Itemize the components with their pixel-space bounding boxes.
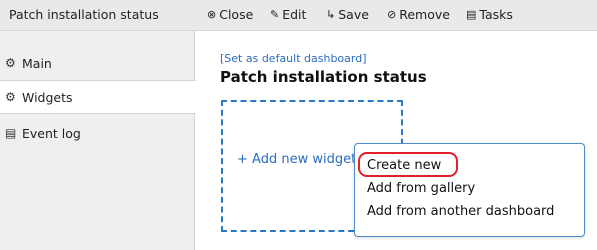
gears-icon: ⚙	[5, 56, 16, 70]
save-label: Save	[338, 7, 369, 22]
remove-button[interactable]: ⊘ Remove	[387, 7, 450, 22]
set-default-dashboard-link[interactable]: [Set as default dashboard]	[220, 52, 367, 65]
sidebar-item-label: Main	[22, 55, 52, 71]
tasks-button[interactable]: ▤ Tasks	[466, 7, 513, 22]
sidebar-item-widgets[interactable]: ⚙ Widgets	[0, 80, 196, 114]
window-title: Patch installation status	[9, 7, 159, 22]
remove-icon: ⊘	[387, 8, 397, 21]
tasks-label: Tasks	[479, 7, 513, 22]
pencil-icon: ✎	[270, 8, 280, 21]
sidebar-item-label: Widgets	[22, 89, 73, 105]
menu-item-add-from-gallery[interactable]: Add from gallery	[367, 181, 475, 196]
tasks-icon: ▤	[466, 8, 477, 21]
log-icon: ▤	[5, 126, 17, 140]
sidebar-item-event-log[interactable]: ▤ Event log	[0, 116, 195, 150]
sidebar-item-label: Event log	[22, 125, 81, 141]
add-new-widget-link[interactable]: + Add new widget	[237, 152, 356, 167]
gears-icon: ⚙	[5, 90, 16, 104]
close-label: Close	[219, 7, 254, 22]
close-icon: ⊗	[207, 8, 217, 21]
remove-label: Remove	[399, 7, 450, 22]
top-toolbar: Patch installation status ⊗ Close ✎ Edit…	[0, 0, 597, 31]
page-title: Patch installation status	[220, 68, 427, 86]
edit-label: Edit	[282, 7, 307, 22]
edit-button[interactable]: ✎ Edit	[270, 7, 306, 22]
sidebar-item-main[interactable]: ⚙ Main	[0, 46, 195, 80]
highlight-annotation	[358, 152, 458, 177]
menu-item-add-from-another-dashboard[interactable]: Add from another dashboard	[367, 204, 554, 219]
sidebar: ⚙ Main ⚙ Widgets ▤ Event log	[0, 31, 196, 250]
close-button[interactable]: ⊗ Close	[207, 7, 253, 22]
save-button[interactable]: ↳ Save	[326, 7, 369, 22]
save-icon: ↳	[326, 8, 336, 21]
